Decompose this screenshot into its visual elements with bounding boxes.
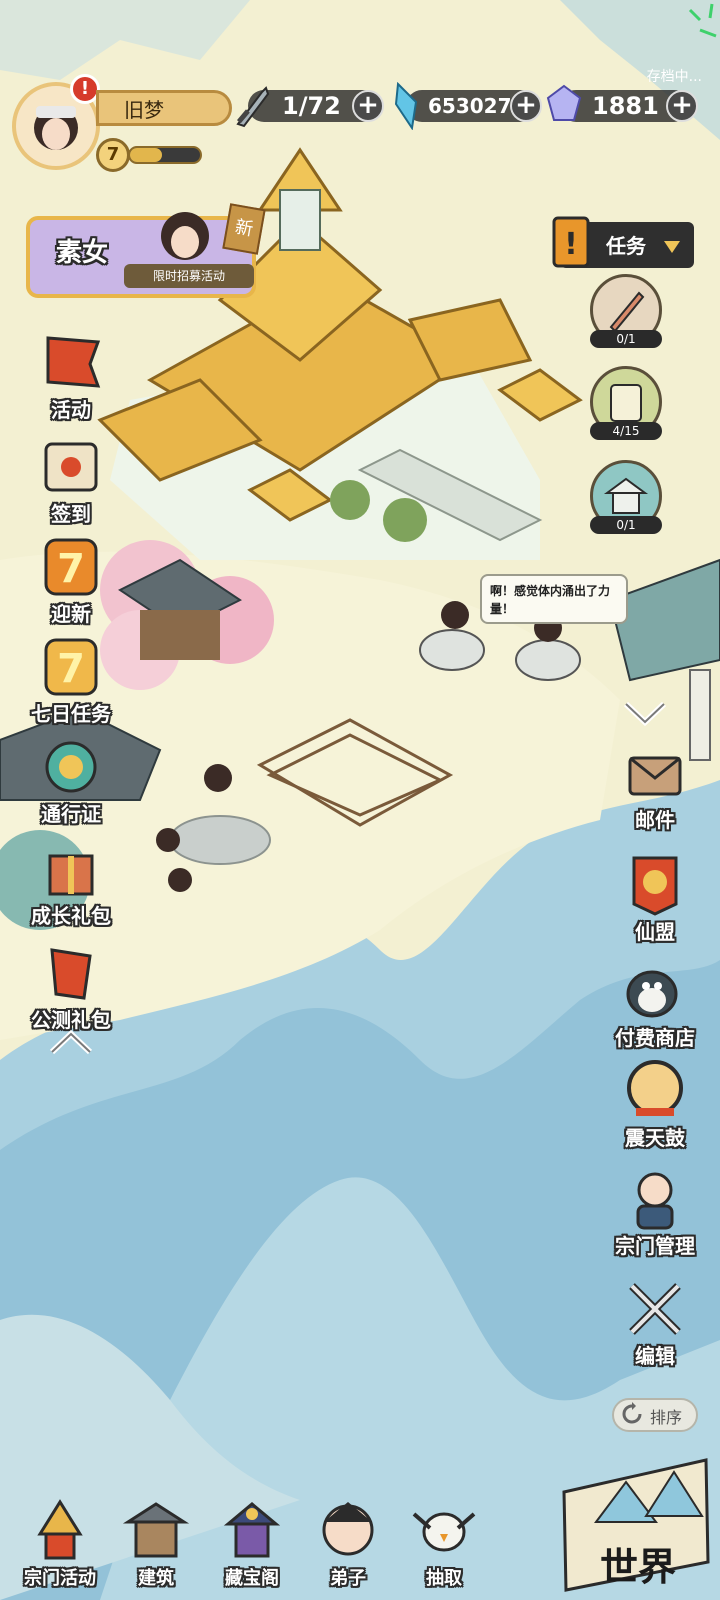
jade-value: 653027 [428,94,512,118]
right-menu-paid-shop[interactable]: 付费商店 [600,958,710,1058]
nav-label: 抽取 [426,1568,462,1589]
player-name: 旧梦 [124,98,164,122]
gift-box-icon [48,854,94,896]
collapse-right-menu-icon[interactable] [622,700,668,732]
right-menu-alliance[interactable]: 仙盟 [600,852,710,952]
right-menu-label: 仙盟 [635,920,675,944]
left-menu-pass[interactable]: 通行证 [16,734,126,834]
chevron-down-icon [664,238,680,257]
pass-medal-icon [45,741,97,793]
task-label: 任务 [606,234,646,258]
left-menu-label: 迎新 [51,602,91,626]
stamina-value: 1/72 [282,92,341,120]
hero-portrait-icon [150,206,220,270]
right-menu-mail[interactable]: 邮件 [600,740,710,840]
collapse-menu-icon[interactable] [48,1028,94,1060]
right-menu-label: 编辑 [635,1344,675,1368]
world-label: 世界 [600,1545,677,1589]
left-menu-seven-day[interactable]: 7 七日任务 [16,634,126,734]
nav-label: 建筑 [138,1568,174,1589]
left-menu-label: 签到 [51,502,91,526]
left-menu-label: 活动 [51,398,91,422]
sort-label: 排序 [650,1408,683,1427]
svg-text:!: ! [564,227,578,262]
refresh-icon [620,1402,644,1430]
left-menu-beta-pack[interactable]: 公测礼包 [16,940,126,1040]
sect-tower-icon [37,1499,83,1560]
alliance-flag-icon [632,856,678,916]
task-alert-icon: ! [548,214,594,274]
banner-subtitle: 限时招募活动 [124,264,254,288]
seven-badge-icon: 7 [44,538,98,596]
left-menu-growth-pack[interactable]: 成长礼包 [16,836,126,936]
sword-icon [232,84,272,132]
manager-icon [636,1172,674,1230]
seven-day-icon: 7 [44,638,98,696]
right-menu-label: 付费商店 [615,1026,695,1050]
drum-icon [627,1060,683,1116]
edit-arrows-icon [629,1283,681,1335]
banner-flag-icon [46,336,101,388]
crystal-add-button[interactable]: + [666,90,698,122]
left-menu-welcome[interactable]: 7 迎新 [16,534,126,634]
right-menu-label: 震天鼓 [625,1126,685,1150]
building-icon [122,1502,190,1558]
nav-building[interactable]: 建筑 [108,1494,204,1596]
jade-add-button[interactable]: + [510,90,542,122]
right-menu-label: 宗门管理 [615,1234,695,1258]
player-name-bar [96,90,232,126]
banner-title: 素女 [56,238,109,268]
stamina-add-button[interactable]: + [352,90,384,122]
quest-count: 0/1 [590,516,662,534]
right-menu-drum[interactable]: 震天鼓 [600,1058,710,1158]
right-menu-sect-manage[interactable]: 宗门管理 [600,1166,710,1266]
nav-label: 弟子 [330,1568,366,1589]
lantern-icon [50,948,92,1000]
nav-label: 藏宝阁 [225,1568,279,1589]
xp-bar-fill [130,148,162,162]
nav-treasure-pavilion[interactable]: 藏宝阁 [204,1494,300,1596]
player-level: 7 [96,138,130,172]
left-menu-label: 成长礼包 [31,904,111,928]
treasure-pavilion-icon [223,1502,281,1558]
jade-crystal-icon [392,81,422,134]
nav-sect-activity[interactable]: 宗门活动 [12,1494,108,1596]
svg-text:7: 7 [57,646,85,692]
left-menu-signin[interactable]: 签到 [16,434,126,534]
crystal-value: 1881 [592,92,659,120]
scroll-icon [44,442,98,492]
disciple-icon [322,1502,374,1556]
nav-disciple[interactable]: 弟子 [300,1494,396,1596]
left-menu-label: 通行证 [41,802,101,826]
svg-text:7: 7 [57,546,85,592]
right-menu-label: 邮件 [635,808,675,832]
mail-icon [628,756,682,796]
quest-count: 4/15 [590,422,662,440]
right-menu-edit[interactable]: 编辑 [600,1276,710,1376]
diamond-icon [544,84,584,128]
disciple-speech-bubble: 啊！感觉体内涌出了力量！ [480,574,628,624]
quest-count: 0/1 [590,330,662,348]
nav-label: 宗门活动 [24,1568,96,1589]
nav-draw[interactable]: 抽取 [396,1494,492,1596]
bird-icon [412,1512,476,1552]
left-menu-label: 七日任务 [31,702,111,726]
shop-penguin-icon [626,970,678,1018]
save-status: 存档中... [646,69,702,85]
left-menu-activity[interactable]: 活动 [16,330,126,430]
